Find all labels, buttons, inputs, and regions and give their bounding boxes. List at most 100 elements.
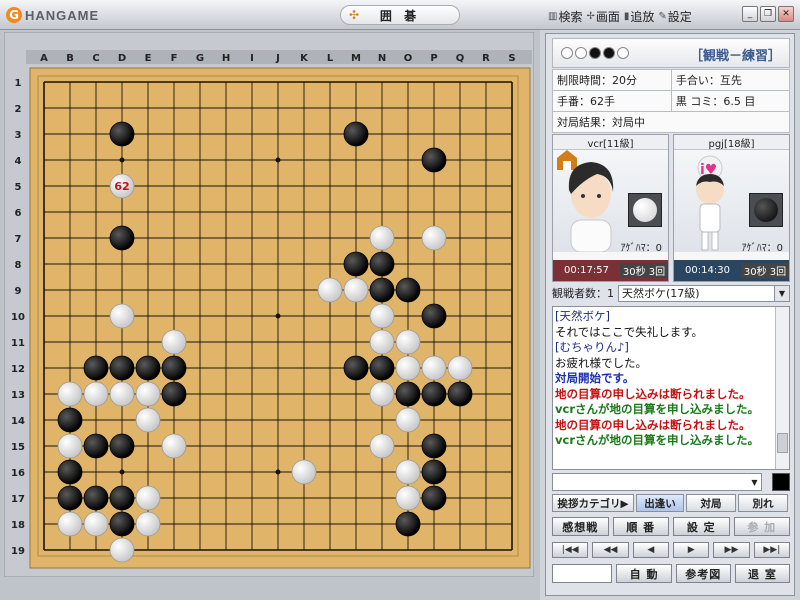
watcher-select[interactable]: 天然ボケ(17級) ▼ (618, 284, 790, 302)
go-board[interactable]: A B C D E F G H I J K L M N O P Q R S123456789101112131415… (4, 32, 534, 577)
minimize-button[interactable]: _ (742, 6, 758, 22)
menu-settings[interactable]: ✎ 設定 (658, 8, 691, 25)
leave-room-button[interactable]: 退 室 (734, 564, 790, 583)
black-stone (109, 225, 135, 251)
info-header: ［観戦－練習］ (552, 38, 790, 68)
close-button[interactable]: ✕ (778, 6, 794, 22)
column-label: A (40, 53, 48, 64)
row-label: 15 (11, 442, 25, 453)
row-label: 7 (15, 234, 22, 245)
white-stone (395, 407, 421, 433)
menu-screen[interactable]: ✢ 画面 (586, 8, 619, 25)
player-card-white[interactable]: vcr[11級] ｱｹﾞﾊﾏ：0 00:17:57 30秒 3回 (552, 134, 669, 282)
turn-order-button[interactable]: 順 番 (612, 517, 669, 536)
komi: 黒 コミ：6.5 目 (670, 90, 791, 112)
review-button[interactable]: 感想戦 (552, 517, 609, 536)
action-buttons: 感想戦 順 番 設 定 参 加 (552, 517, 790, 536)
fast-back-button[interactable]: ◀◀ (592, 542, 629, 558)
black-stone (421, 147, 447, 173)
black-stone (395, 511, 421, 537)
menu-kick[interactable]: ▮ 追放 (624, 8, 655, 25)
settings-button[interactable]: 設 定 (673, 517, 730, 536)
players-area: vcr[11級] ｱｹﾞﾊﾏ：0 00:17:57 30秒 3回 pgj[18級… (552, 134, 790, 282)
black-stone (57, 485, 83, 511)
tab-encounter[interactable]: 出逢い (636, 494, 684, 512)
binoculars-icon: ▥ (548, 11, 558, 22)
black-stone (421, 485, 447, 511)
last-move-button[interactable]: ▶▶| (753, 542, 790, 558)
white-stone (395, 329, 421, 355)
chat-input[interactable] (552, 473, 762, 491)
dropdown-arrow-icon[interactable]: ▼ (774, 285, 789, 301)
close-icon: ✕ (782, 9, 790, 19)
white-stone-icon (561, 47, 573, 59)
white-stone (135, 407, 161, 433)
column-label: O (404, 53, 413, 64)
black-stone (161, 381, 187, 407)
player-clock: 00:17:57 30秒 3回 (553, 260, 668, 281)
row-label: 4 (15, 156, 22, 167)
text-color-picker[interactable] (772, 473, 790, 491)
white-stone (83, 381, 109, 407)
byoyomi: 30秒 3回 (741, 263, 789, 278)
column-label: C (92, 53, 99, 64)
white-stone (109, 303, 135, 329)
join-button[interactable]: 参 加 (733, 517, 790, 536)
auto-button[interactable]: 自 動 (616, 564, 672, 583)
white-stone (57, 433, 83, 459)
column-label: I (250, 53, 254, 64)
hangame-logo: G HANGAME (6, 6, 99, 24)
chat-scrollbar[interactable] (775, 307, 789, 469)
row-label: 13 (11, 390, 25, 401)
white-stone (369, 303, 395, 329)
first-move-button[interactable]: |◀◀ (552, 542, 589, 558)
black-stone (135, 355, 161, 381)
white-stone (161, 433, 187, 459)
watcher-selected: 天然ボケ(17級) (622, 287, 700, 300)
tab-farewell[interactable]: 別れ (738, 494, 788, 512)
black-stone (369, 355, 395, 381)
restore-icon: ❐ (763, 9, 773, 19)
chat-line: vcrさんが地の目算を申し込みました。 (555, 402, 759, 416)
white-stone (447, 355, 473, 381)
black-stone (343, 355, 369, 381)
chat-history-arrow-icon[interactable]: ▼ (748, 474, 761, 490)
black-stone (57, 407, 83, 433)
white-stone-icon (575, 47, 587, 59)
row-label: 14 (11, 416, 25, 427)
scroll-thumb[interactable] (777, 433, 788, 453)
chat-line: vcrさんが地の目算を申し込みました。 (555, 433, 759, 447)
wrench-icon: ✎ (658, 11, 667, 22)
white-stone (109, 381, 135, 407)
greeting-category: 挨拶カテゴリ▶ 出逢い 対局 別れ (552, 494, 790, 512)
black-stone (369, 277, 395, 303)
go-board-icon: ✣ (349, 8, 360, 22)
white-stone (161, 329, 187, 355)
captures: ｱｹﾞﾊﾏ：0 (741, 243, 783, 254)
tab-game[interactable]: 対局 (686, 494, 736, 512)
byoyomi: 30秒 3回 (620, 263, 668, 278)
menu-search[interactable]: ▥ 検索 (548, 8, 582, 25)
clock-time: 00:17:57 (564, 265, 609, 276)
player-card-black[interactable]: pgj[18級] i♥ ｱｹﾞﾊﾏ：0 00:14:30 30秒 3回 (673, 134, 790, 282)
fast-forward-button[interactable]: ▶▶ (713, 542, 750, 558)
column-label: G (196, 53, 204, 64)
black-stone (109, 355, 135, 381)
white-stone (369, 381, 395, 407)
column-label: P (430, 53, 437, 64)
black-stone (83, 355, 109, 381)
star-point (119, 157, 125, 163)
black-stone (83, 485, 109, 511)
white-stone (343, 277, 369, 303)
row-label: 5 (15, 182, 22, 193)
white-stone (57, 511, 83, 537)
restore-button[interactable]: ❐ (760, 6, 776, 22)
reference-button[interactable]: 参考図 (675, 564, 731, 583)
white-stone (421, 355, 447, 381)
chat-lines: [天然ボケ] それではここで失礼します。 [むちゃりん♪] お疲れ様でした。 対局開始で… (555, 309, 773, 449)
top-menu: ▥ 検索 ✢ 画面 ▮ 追放 ✎ 設定 (548, 8, 692, 25)
forward-button[interactable]: ▶ (672, 542, 710, 558)
white-stone (83, 511, 109, 537)
back-button[interactable]: ◀ (632, 542, 669, 558)
bottom-buttons: 自 動 参考図 退 室 (552, 564, 790, 583)
